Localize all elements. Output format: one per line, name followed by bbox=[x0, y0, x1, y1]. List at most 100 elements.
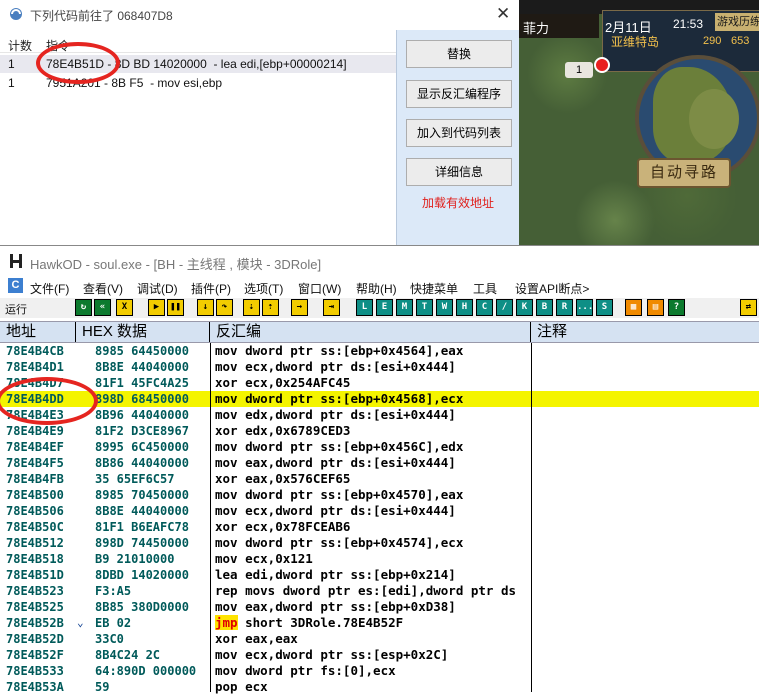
hex-cell: 64:890D 000000 bbox=[95, 664, 197, 678]
table-row[interactable]: 78E4B525 8B85 380D0000 mov eax,dword ptr s… bbox=[0, 599, 759, 615]
handles-window-button[interactable]: H bbox=[456, 299, 473, 316]
more-info-button[interactable]: 详细信息 bbox=[406, 158, 512, 186]
replace-button[interactable]: 替换 bbox=[406, 40, 512, 68]
menu-api-breakpoints[interactable]: 设置API断点> bbox=[515, 280, 589, 297]
table-row[interactable]: 78E4B4F5 8B86 44040000 mov eax,dword ptr d… bbox=[0, 455, 759, 471]
disassembly-column-header[interactable]: 反汇编 bbox=[210, 322, 531, 342]
disassembly-grid[interactable]: 地址 HEX 数据 反汇编 注释 78E4B4CB 8985 64450000 mo… bbox=[0, 321, 759, 695]
disassembly-cell: lea edi,dword ptr ss:[ebp+0x214] bbox=[215, 567, 456, 582]
hex-cell: 8B85 380D0000 bbox=[95, 600, 189, 614]
table-row[interactable]: 78E4B512 898D 74450000 mov dword ptr ss:[e… bbox=[0, 535, 759, 551]
goto-icon[interactable]: ⇥ bbox=[323, 299, 340, 316]
run-status: 运行 bbox=[5, 304, 27, 316]
disassembly-cell: xor ecx,0x78FCEAB6 bbox=[215, 519, 351, 534]
trace-over-icon[interactable]: ⇡ bbox=[262, 299, 279, 316]
windows-window-button[interactable]: W bbox=[436, 299, 453, 316]
table-row[interactable]: 78E4B4CB 8985 64450000 mov dword ptr ss:[e… bbox=[0, 343, 759, 359]
load-effective-address-link[interactable]: 加载有效地址 bbox=[422, 194, 494, 211]
memory-window-button[interactable]: M bbox=[396, 299, 413, 316]
menu-file[interactable]: 文件(F) bbox=[30, 280, 69, 297]
threads-window-button[interactable]: T bbox=[416, 299, 433, 316]
patches-window-button[interactable]: / bbox=[496, 299, 513, 316]
menu-shortcuts[interactable]: 快捷菜单 bbox=[410, 280, 458, 297]
address-cell: 78E4B533 bbox=[6, 664, 64, 678]
address-cell: 78E4B53A bbox=[6, 680, 64, 694]
step-into-icon[interactable]: ↓ bbox=[197, 299, 214, 316]
pause-icon[interactable]: ❚❚ bbox=[167, 299, 184, 316]
minimap-zoom-button[interactable]: 1 bbox=[565, 62, 593, 78]
menu-debug[interactable]: 调试(D) bbox=[137, 280, 178, 297]
callstack-window-button[interactable]: K bbox=[516, 299, 533, 316]
player-name: 菲力 bbox=[523, 21, 550, 36]
hex-cell: 59 bbox=[95, 680, 110, 694]
app-c-icon[interactable]: C bbox=[8, 278, 23, 293]
menu-window[interactable]: 窗口(W) bbox=[298, 280, 341, 297]
table-row[interactable]: 78E4B52B EB 02 ⌄ jmp short 3DRole.78E4B52F bbox=[0, 615, 759, 631]
menu-help[interactable]: 帮助(H) bbox=[356, 280, 397, 297]
hex-cell: 898D 68450000 bbox=[95, 392, 189, 406]
options-grid-icon[interactable]: ▦ bbox=[625, 299, 642, 316]
help-icon[interactable]: ? bbox=[668, 299, 685, 316]
source-window-button[interactable]: S bbox=[596, 299, 613, 316]
hex-cell: 898D 74450000 bbox=[95, 536, 189, 550]
table-row[interactable]: 78E4B52D 33C0 xor eax,eax bbox=[0, 631, 759, 647]
table-row[interactable]: 78E4B4FB 35 65EF6C57 xor eax,0x576CEF65 bbox=[0, 471, 759, 487]
jmp-mnemonic: jmp bbox=[215, 615, 238, 630]
hex-cell: 8995 6C450000 bbox=[95, 440, 189, 454]
address-column-header[interactable]: 地址 bbox=[0, 322, 76, 342]
address-cell: 78E4B4E9 bbox=[6, 424, 64, 438]
trace-into-icon[interactable]: ⇣ bbox=[243, 299, 260, 316]
disassembly-cell: mov ecx,dword ptr ds:[esi+0x444] bbox=[215, 359, 456, 374]
table-row[interactable]: 78E4B53A 59 pop ecx bbox=[0, 679, 759, 695]
table-row[interactable]: 78E4B533 64:890D 000000 mov dword ptr fs:[… bbox=[0, 663, 759, 679]
table-row[interactable]: 78E4B4E3 8B96 44040000 mov edx,dword ptr d… bbox=[0, 407, 759, 423]
menu-options[interactable]: 选项(T) bbox=[244, 280, 283, 297]
table-row[interactable]: 78E4B4DD 898D 68450000 mov dword ptr ss:[e… bbox=[0, 391, 759, 407]
table-row[interactable]: 78E4B52F 8B4C24 2C mov ecx,dword ptr ss:[e… bbox=[0, 647, 759, 663]
hex-cell: 81F2 D3CE8967 bbox=[95, 424, 189, 438]
run-trace-window-button[interactable]: ... bbox=[576, 299, 593, 316]
address-cell: 78E4B4EF bbox=[6, 440, 64, 454]
auto-path-button[interactable]: 自动寻路 bbox=[637, 158, 731, 188]
table-row[interactable]: 78E4B4D1 8B8E 44040000 mov ecx,dword ptr d… bbox=[0, 359, 759, 375]
table-row[interactable]: 78E4B506 8B8E 44040000 mov ecx,dword ptr d… bbox=[0, 503, 759, 519]
add-to-codelist-button[interactable]: 加入到代码列表 bbox=[406, 119, 512, 147]
step-over-icon[interactable]: ↷ bbox=[216, 299, 233, 316]
log-window-button[interactable]: L bbox=[356, 299, 373, 316]
rewind-icon[interactable]: « bbox=[94, 299, 111, 316]
table-row[interactable]: 78E4B4EF 8995 6C450000 mov dword ptr ss:[e… bbox=[0, 439, 759, 455]
game-history-button[interactable]: 游戏历练 bbox=[715, 13, 759, 31]
layout-switch-icon[interactable]: ⇄ bbox=[740, 299, 757, 316]
show-disassembler-button[interactable]: 显示反汇编程序 bbox=[406, 80, 512, 108]
disassembly-cell: xor eax,0x576CEF65 bbox=[215, 471, 351, 486]
menu-tools[interactable]: 工具 bbox=[473, 280, 497, 297]
dialog-button-panel: 替换 显示反汇编程序 加入到代码列表 详细信息 加载有效地址 bbox=[396, 30, 520, 245]
menu-plugins[interactable]: 插件(P) bbox=[191, 280, 231, 297]
table-row[interactable]: 78E4B51D 8DBD 14020000 lea edi,dword ptr s… bbox=[0, 567, 759, 583]
table-row[interactable]: 78E4B50C 81F1 B6EAFC78 xor ecx,0x78FCEAB6 bbox=[0, 519, 759, 535]
player-name-box: 菲力 bbox=[519, 14, 599, 38]
close-process-icon[interactable]: X bbox=[116, 299, 133, 316]
execute-till-return-icon[interactable]: → bbox=[291, 299, 308, 316]
restart-icon[interactable]: ↻ bbox=[75, 299, 92, 316]
hex-column-header[interactable]: HEX 数据 bbox=[76, 322, 210, 342]
references-window-button[interactable]: R bbox=[556, 299, 573, 316]
comment-column-header[interactable]: 注释 bbox=[531, 322, 759, 342]
appearance-grid-icon[interactable]: ▤ bbox=[647, 299, 664, 316]
breakpoints-window-button[interactable]: B bbox=[536, 299, 553, 316]
disassembly-cell: mov dword ptr ss:[ebp+0x4564],eax bbox=[215, 343, 464, 358]
address-cell: 78E4B512 bbox=[6, 536, 64, 550]
table-row[interactable]: 78E4B518 B9 21010000 mov ecx,0x121 bbox=[0, 551, 759, 567]
menu-view[interactable]: 查看(V) bbox=[83, 280, 123, 297]
run-icon[interactable]: ▶ bbox=[148, 299, 165, 316]
disassembly-cell: pop ecx bbox=[215, 679, 268, 694]
dialog-titlebar: 下列代码前往了 068407D8 ✕ bbox=[0, 0, 519, 30]
table-row[interactable]: 78E4B523 F3:A5 rep movs dword ptr es:[edi]… bbox=[0, 583, 759, 599]
cpu-window-button[interactable]: C bbox=[476, 299, 493, 316]
table-row[interactable]: 78E4B500 8985 70450000 mov dword ptr ss:[e… bbox=[0, 487, 759, 503]
table-row[interactable]: 78E4B4E9 81F2 D3CE8967 xor edx,0x6789CED3 bbox=[0, 423, 759, 439]
modules-window-button[interactable]: E bbox=[376, 299, 393, 316]
close-button[interactable]: ✕ bbox=[496, 4, 510, 24]
disassembly-cell: mov ecx,dword ptr ds:[esi+0x444] bbox=[215, 503, 456, 518]
table-row[interactable]: 78E4B4D7 81F1 45FC4A25 xor ecx,0x254AFC45 bbox=[0, 375, 759, 391]
